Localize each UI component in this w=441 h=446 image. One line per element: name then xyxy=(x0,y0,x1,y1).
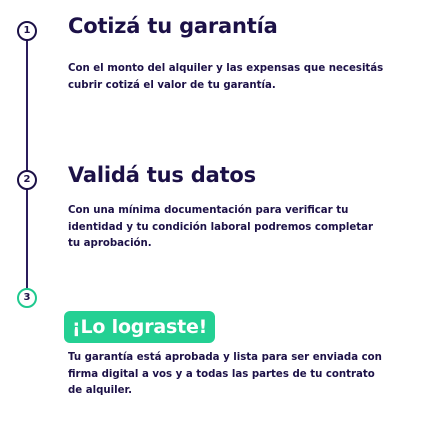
timeline-connector-2 xyxy=(26,188,28,290)
step-number-badge: 2 xyxy=(17,170,37,190)
step-title: Cotizá tu garantía xyxy=(68,14,278,38)
timeline-connector-1 xyxy=(26,38,28,175)
step-description: Con el monto del alquiler y las expensas… xyxy=(68,63,384,91)
step-number: 1 xyxy=(23,25,31,36)
step-number-badge: 1 xyxy=(17,21,37,41)
step-title: ¡Lo lograste! xyxy=(72,316,208,338)
step-description: Con una mínima documentación para verifi… xyxy=(68,205,374,249)
step-title: Validá tus datos xyxy=(68,163,256,187)
success-highlight: ¡Lo lograste! xyxy=(64,311,216,343)
step-number: 2 xyxy=(23,174,31,185)
step-number: 3 xyxy=(23,292,31,303)
step-description: Tu garantía está aprobada y lista para s… xyxy=(68,352,382,396)
step-number-badge: 3 xyxy=(17,288,37,308)
